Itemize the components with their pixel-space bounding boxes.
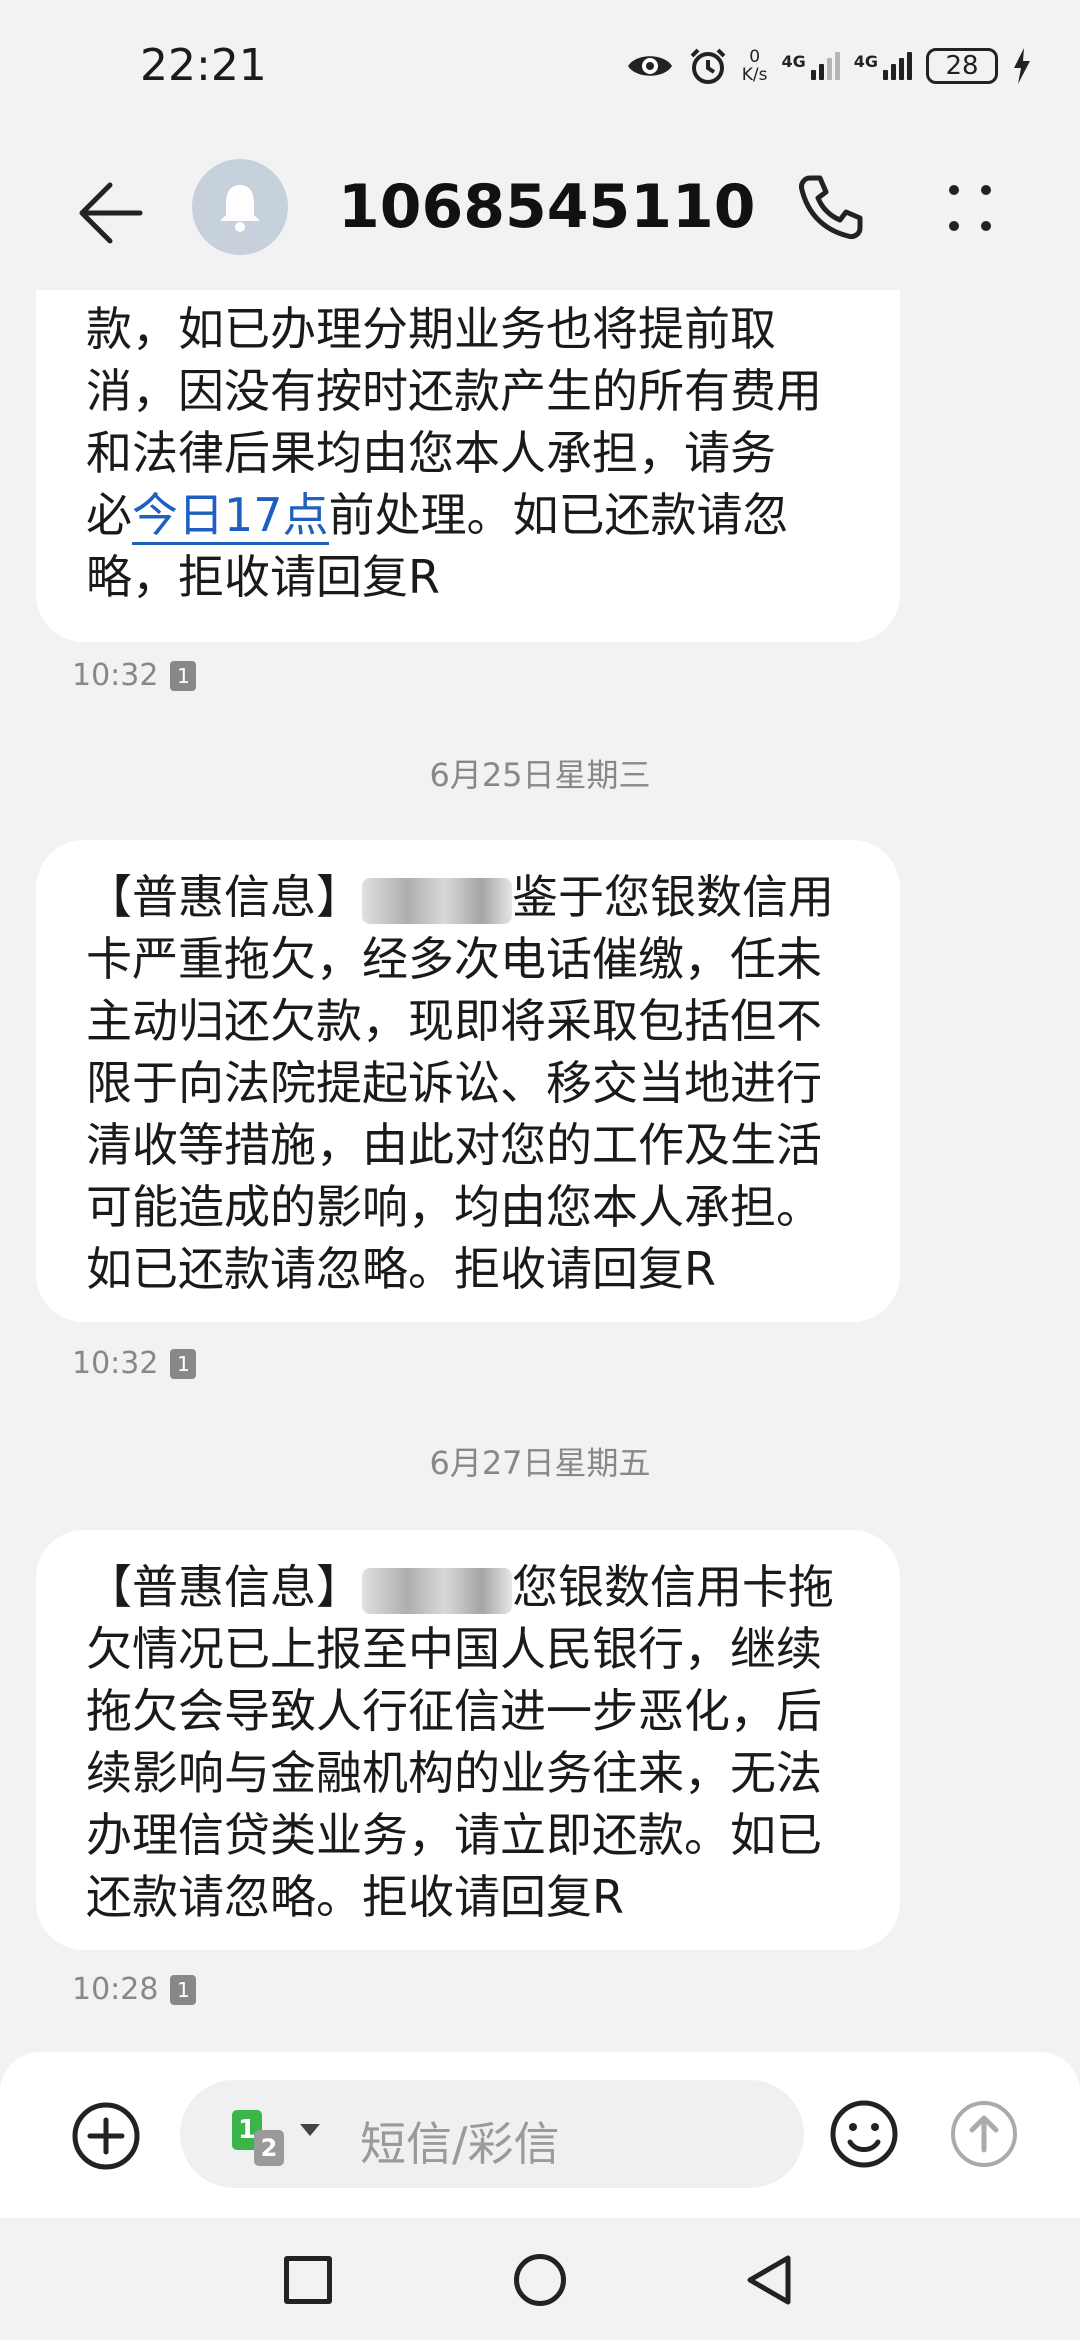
message-line: 款，如已办理分期业务也将提前取: [86, 302, 776, 356]
send-icon[interactable]: [948, 2098, 1020, 2170]
charging-icon: [1014, 48, 1030, 84]
message-meta: 10:28 1: [72, 1972, 197, 2007]
status-bar: 22:21 0 K/s 4G 4G 28: [0, 0, 1080, 140]
message-line: 主动归还欠款，现即将采取包括但不: [86, 994, 822, 1048]
alarm-icon: [690, 48, 726, 84]
message-meta: 10:32 1: [72, 658, 197, 693]
message-line: 还款请忽略。拒收请回复R: [86, 1870, 624, 1924]
message-line: 可能造成的影响，均由您本人承担。: [86, 1180, 822, 1234]
message-text: 鉴于您银数信用: [512, 870, 834, 924]
bell-icon: [220, 185, 260, 232]
sim-badge: 1: [170, 660, 197, 691]
status-time: 22:21: [140, 40, 267, 91]
message-line: 欠情况已上报至中国人民银行，继续: [86, 1622, 822, 1676]
nav-back-icon[interactable]: [744, 2252, 794, 2308]
speed-unit: K/s: [741, 65, 768, 85]
compose-bar: 1 2 短信/彩信: [0, 2052, 1080, 2218]
emoji-icon[interactable]: [828, 2098, 900, 2170]
redacted-name: [362, 877, 512, 924]
battery-icon: 28: [926, 48, 998, 84]
network-type-2: 4G: [853, 52, 878, 71]
sim-badge: 1: [170, 1974, 197, 2005]
message-time: 10:32: [72, 1346, 159, 1381]
system-nav-bar: [0, 2218, 1080, 2340]
message-line: 略，拒收请回复R: [86, 550, 440, 604]
message-bubble[interactable]: 【普惠信息】 您银数信用卡拖 欠情况已上报至中国人民银行，继续 拖欠会导致人行征信…: [36, 1530, 900, 1950]
signal-sim2-icon: 4G: [854, 52, 912, 80]
status-icons: 0 K/s 4G 4G 28: [626, 44, 1032, 88]
message-line: 如已还款请忽略。拒收请回复R: [86, 1242, 716, 1296]
message-text: 必: [86, 488, 132, 542]
message-line: 办理信贷类业务，请立即还款。如已: [86, 1808, 822, 1862]
message-line: 和法律后果均由您本人承担，请务: [86, 426, 776, 480]
sim-selector[interactable]: 1 2: [232, 2110, 322, 2166]
message-line: 卡严重拖欠，经多次电话催缴，任未: [86, 932, 822, 986]
message-bubble[interactable]: 【普惠信息】 鉴于您银数信用 卡严重拖欠，经多次电话催缴，任未 主动归还欠款，现即…: [36, 840, 900, 1322]
more-options-icon[interactable]: [940, 170, 1000, 246]
message-line: 拖欠会导致人行征信进一步恶化，后: [86, 1684, 822, 1738]
conversation-header: 1068545110...: [0, 140, 1080, 290]
message-line: 消，因没有按时还款产生的所有费用: [86, 364, 822, 418]
message-time: 10:28: [72, 1972, 159, 2007]
message-text: 【普惠信息】: [86, 1560, 362, 1614]
back-arrow-icon[interactable]: [70, 175, 146, 251]
message-line: 必今日17点前处理。如已还款请忽: [86, 484, 860, 546]
input-placeholder: 短信/彩信: [360, 2117, 560, 2171]
sim-secondary: 2: [254, 2130, 284, 2166]
contact-number[interactable]: 1068545110...: [338, 172, 758, 242]
sim-badge: 1: [170, 1348, 197, 1379]
message-time: 10:32: [72, 658, 159, 693]
message-line: 限于向法院提起诉讼、移交当地进行: [86, 1056, 822, 1110]
message-line: 续影响与金融机构的业务往来，无法: [86, 1746, 822, 1800]
recents-icon[interactable]: [284, 2256, 332, 2304]
message-line: 清收等措施，由此对您的工作及生活: [86, 1118, 822, 1172]
home-icon[interactable]: [514, 2254, 566, 2306]
contact-avatar[interactable]: [192, 159, 288, 255]
speed-value: 0: [749, 47, 761, 67]
redacted-name: [362, 1567, 512, 1614]
network-speed: 0 K/s: [742, 48, 768, 84]
date-separator: 6月25日星期三: [429, 756, 651, 794]
chevron-down-icon: [300, 2124, 320, 2136]
message-input[interactable]: 1 2 短信/彩信: [180, 2080, 804, 2188]
add-attachment-icon[interactable]: [70, 2100, 142, 2172]
phone-call-icon[interactable]: [792, 170, 868, 246]
date-separator: 6月27日星期五: [429, 1444, 651, 1482]
signal-sim1-icon: 4G: [781, 52, 840, 80]
message-text: 【普惠信息】: [86, 870, 362, 924]
message-list[interactable]: 款，如已办理分期业务也将提前取 消，因没有按时还款产生的所有费用 和法律后果均由…: [0, 290, 1080, 2050]
message-line: 【普惠信息】 您银数信用卡拖: [86, 1556, 860, 1618]
eye-icon: [627, 56, 672, 76]
message-line: 【普惠信息】 鉴于您银数信用: [86, 866, 860, 928]
time-link[interactable]: 今日17点: [132, 488, 329, 545]
message-text: 您银数信用卡拖: [512, 1560, 834, 1614]
message-bubble[interactable]: 款，如已办理分期业务也将提前取 消，因没有按时还款产生的所有费用 和法律后果均由…: [36, 290, 900, 642]
message-meta: 10:32 1: [72, 1346, 197, 1381]
network-type-1: 4G: [781, 52, 806, 71]
message-text: 前处理。如已还款请忽: [328, 488, 789, 542]
